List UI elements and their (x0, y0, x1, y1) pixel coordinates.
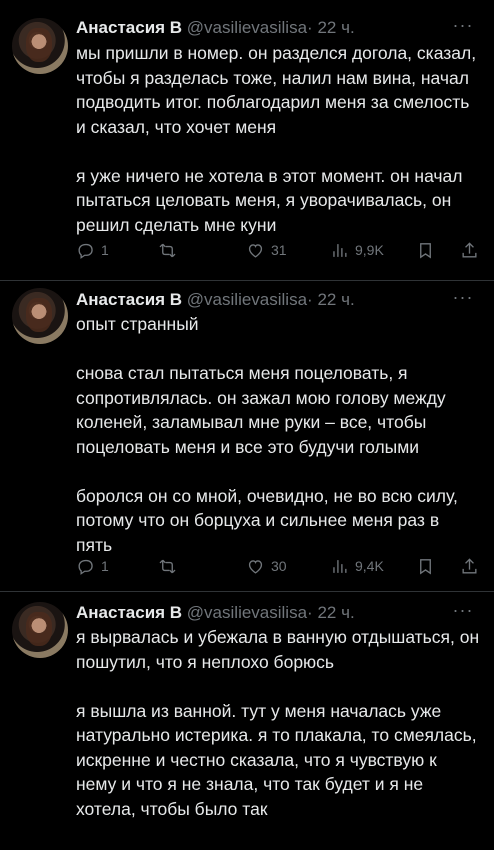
views-bar-icon (333, 243, 347, 257)
retweet-icon (159, 243, 176, 257)
heart-icon (248, 559, 263, 574)
tweet-header: Анастасия В @vasilievasilisa· 22 ч. (76, 600, 355, 626)
author-handle[interactable]: @vasilievasilisa (187, 603, 307, 622)
more-options-button[interactable]: ··· (452, 600, 474, 626)
bookmark-button[interactable] (416, 554, 435, 578)
tweet-text: я вырвалась и убежала в ванную отдышатьс… (76, 625, 480, 821)
tweet-paragraph: боролся он со мной, очевидно, не во всю … (76, 485, 458, 555)
retweet-button[interactable] (158, 238, 177, 262)
bookmark-icon (420, 558, 431, 575)
author-handle[interactable]: @vasilievasilisa (187, 290, 307, 309)
avatar[interactable] (12, 288, 68, 344)
tweet-text: опыт странный снова стал пытаться меня п… (76, 312, 480, 557)
timestamp[interactable]: 22 ч. (317, 603, 354, 622)
like-count: 31 (271, 242, 287, 258)
separator-dot: · (307, 290, 313, 309)
avatar[interactable] (12, 602, 68, 658)
avatar[interactable] (12, 18, 68, 74)
tweet-header: Анастасия В @vasilievasilisa· 22 ч. (76, 287, 355, 313)
retweet-button[interactable] (158, 554, 177, 578)
tweet-1[interactable]: Анастасия В @vasilievasilisa· 22 ч. ··· … (0, 0, 494, 280)
tweet-3[interactable]: Анастасия В @vasilievasilisa· 22 ч. ··· … (0, 592, 494, 850)
timestamp[interactable]: 22 ч. (317, 18, 354, 37)
author-handle[interactable]: @vasilievasilisa (187, 18, 307, 37)
views-button[interactable]: 9,4K (330, 554, 384, 578)
more-options-button[interactable]: ··· (452, 287, 474, 313)
more-dots-icon: ··· (452, 287, 474, 307)
views-count: 9,9K (355, 242, 384, 258)
tweet-paragraph: я вышла из ванной. тут у меня началась у… (76, 700, 477, 819)
reply-count: 1 (101, 242, 109, 258)
action-bar: 1 30 9,4K (76, 554, 484, 578)
timestamp[interactable]: 22 ч. (317, 290, 354, 309)
tweet-2[interactable]: Анастасия В @vasilievasilisa· 22 ч. ··· … (0, 281, 494, 591)
separator-dot: · (307, 603, 313, 622)
reply-icon (78, 559, 93, 575)
reply-count: 1 (101, 558, 109, 574)
views-button[interactable]: 9,9K (330, 238, 384, 262)
reply-button[interactable]: 1 (76, 238, 109, 262)
retweet-icon (159, 559, 176, 573)
action-bar: 1 31 9,9K (76, 238, 484, 262)
reply-button[interactable]: 1 (76, 554, 109, 578)
reply-icon (78, 243, 93, 259)
share-icon (462, 241, 477, 258)
tweet-header: Анастасия В @vasilievasilisa· 22 ч. (76, 15, 355, 41)
tweet-paragraph: снова стал пытаться меня поцеловать, я с… (76, 363, 446, 457)
tweet-paragraph: я вырвалась и убежала в ванную отдышатьс… (76, 627, 480, 672)
views-bar-icon (333, 559, 347, 573)
views-count: 9,4K (355, 558, 384, 574)
tweet-paragraph: опыт странный (76, 314, 199, 334)
tweet-text: мы пришли в номер. он разделся догола, с… (76, 41, 480, 237)
author-name[interactable]: Анастасия В (76, 290, 182, 309)
share-button[interactable] (460, 554, 479, 578)
share-button[interactable] (460, 238, 479, 262)
tweet-paragraph: мы пришли в номер. он разделся догола, с… (76, 43, 477, 137)
author-name[interactable]: Анастасия В (76, 18, 182, 37)
more-dots-icon: ··· (452, 15, 474, 35)
more-options-button[interactable]: ··· (452, 15, 474, 41)
like-button[interactable]: 30 (246, 554, 287, 578)
separator-dot: · (307, 18, 313, 37)
like-count: 30 (271, 558, 287, 574)
tweet-paragraph: я уже ничего не хотела в этот момент. он… (76, 165, 463, 235)
bookmark-button[interactable] (416, 238, 435, 262)
more-dots-icon: ··· (452, 600, 474, 620)
share-icon (462, 557, 477, 574)
bookmark-icon (420, 242, 431, 259)
like-button[interactable]: 31 (246, 238, 287, 262)
heart-icon (248, 243, 263, 258)
author-name[interactable]: Анастасия В (76, 603, 182, 622)
